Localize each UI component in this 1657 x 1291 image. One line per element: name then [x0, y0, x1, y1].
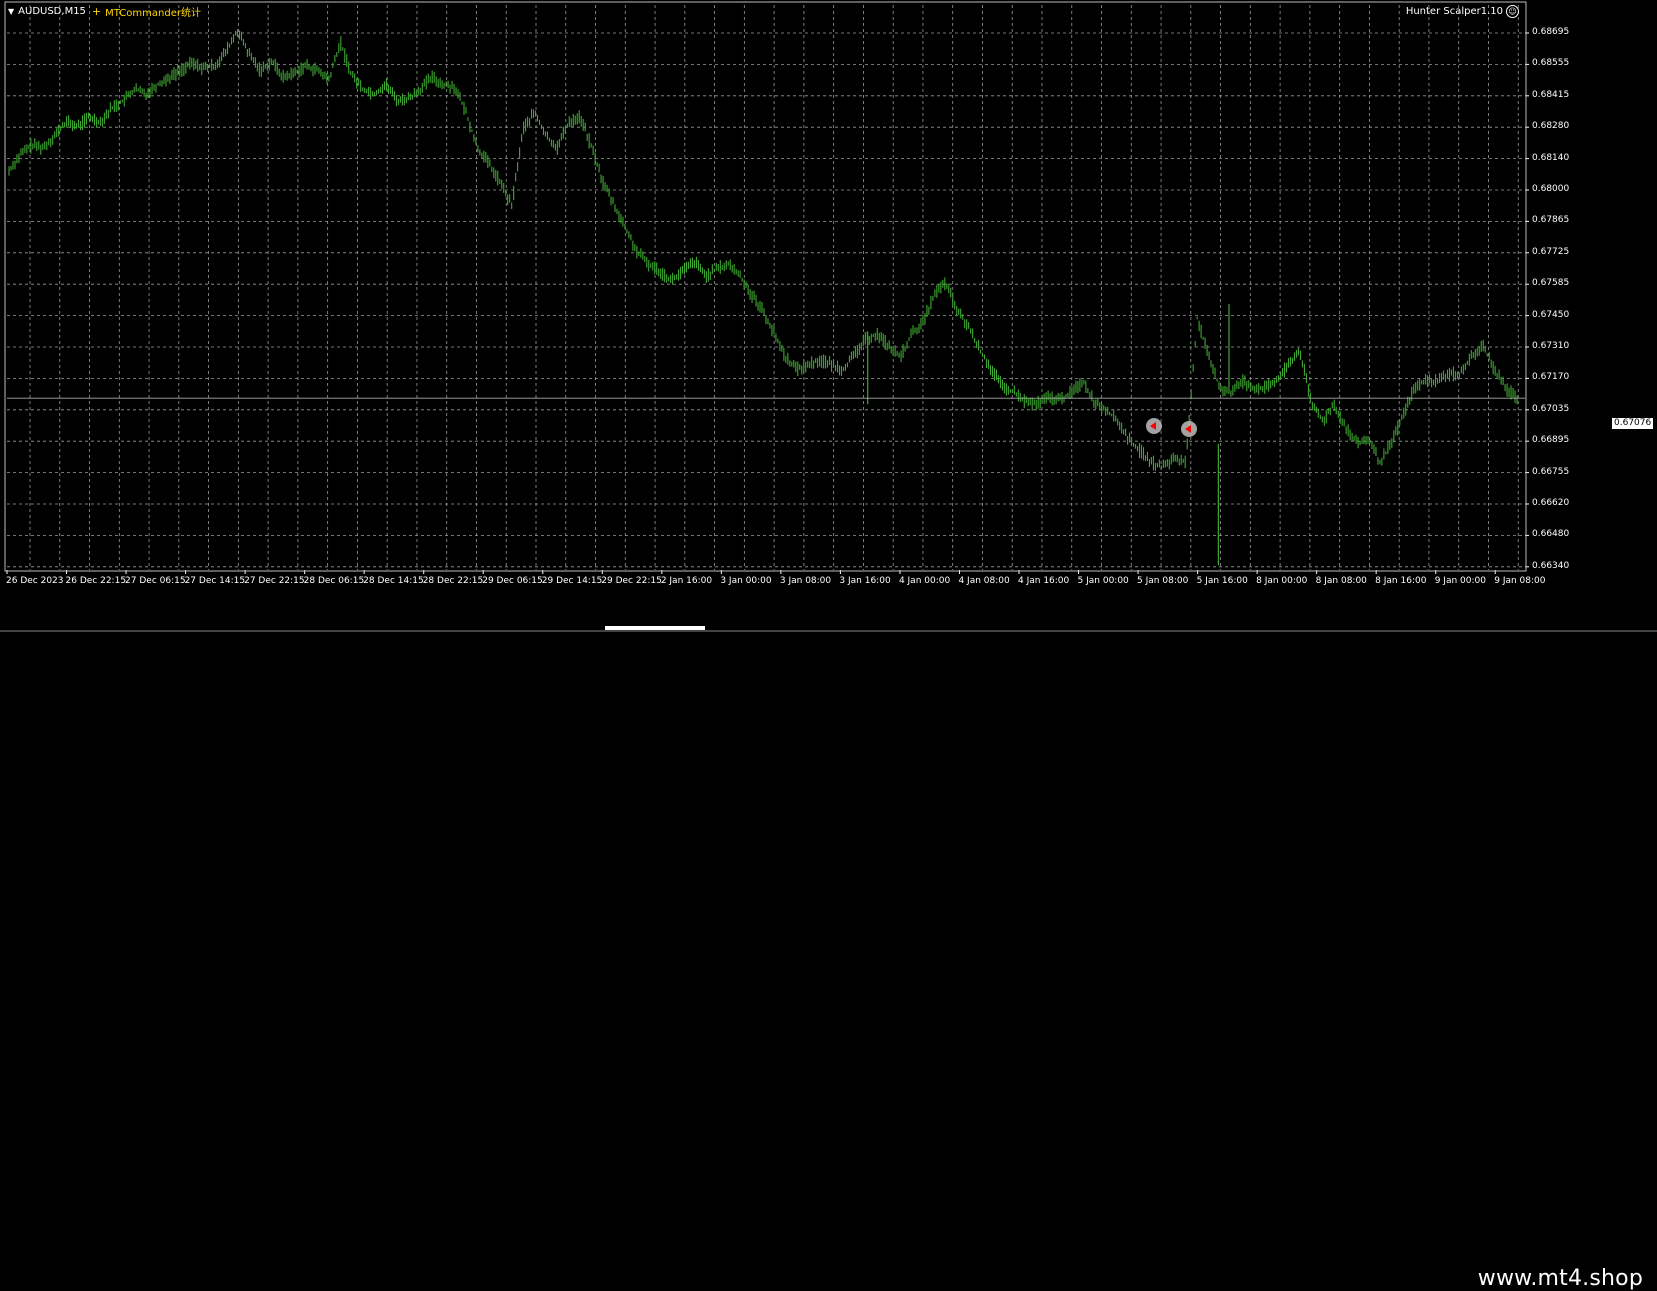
indicator-name: Hunter Scalper1.10 [1405, 6, 1503, 17]
smiley-icon: ☺ [1506, 5, 1519, 18]
price-tick-label: 0.68415 [1532, 89, 1570, 100]
chart-canvas[interactable] [0, 0, 1657, 630]
current-price-tag: 0.67076 [1612, 418, 1654, 429]
price-tick-label: 0.67865 [1532, 215, 1570, 226]
price-tick-label: 0.68000 [1532, 184, 1570, 194]
price-series [8, 29, 1518, 566]
price-tick-label: 0.67585 [1532, 278, 1570, 289]
price-tick-label: 0.67035 [1532, 403, 1570, 414]
plot-border [4, 1, 1527, 572]
time-tick-label: 4 Jan 00:00 [898, 576, 951, 586]
price-tick-label: 0.68140 [1532, 152, 1570, 163]
time-tick-label: 8 Jan 00:00 [1256, 576, 1308, 586]
time-tick-label: 4 Jan 16:00 [1018, 576, 1070, 586]
chart-grid [6, 5, 1529, 574]
time-tick-label: 5 Jan 00:00 [1077, 576, 1129, 586]
time-tick-label: 9 Jan 08:00 [1494, 576, 1546, 586]
time-tick-label: 3 Jan 08:00 [779, 576, 832, 586]
price-tick-label: 0.67450 [1532, 309, 1570, 320]
expert-advisor-name: MTCommander统计 [105, 8, 201, 19]
price-chart[interactable]: ▼ AUDUSD,M15 + MTCommander统计 Hunter Scal… [0, 0, 1657, 630]
chart-overlays [4, 1, 1527, 572]
time-tick-label: 9 Jan 00:00 [1434, 576, 1486, 586]
price-tick-label: 0.66480 [1532, 529, 1570, 540]
price-tick-label: 0.68280 [1532, 121, 1570, 132]
time-tick-label: 8 Jan 16:00 [1375, 576, 1427, 586]
time-tick-label: 26 Dec 2023 [6, 576, 64, 586]
time-tick-label: 4 Jan 08:00 [958, 576, 1010, 586]
plus-icon: + [91, 5, 102, 18]
price-tick-label: 0.66340 [1532, 560, 1570, 571]
chevron-down-icon[interactable]: ▼ [8, 7, 14, 16]
price-tick-label: 0.67170 [1532, 372, 1570, 383]
time-tick-label: 26 Dec 22:15 [65, 576, 127, 586]
time-tick-label: 5 Jan 08:00 [1137, 576, 1189, 586]
indicator-title[interactable]: Hunter Scalper1.10 ☺ [1406, 5, 1519, 18]
time-tick-label: 29 Dec 06:15 [482, 576, 543, 586]
time-tick-label: 5 Jan 16:00 [1196, 576, 1248, 586]
trade-marker-icon [1181, 421, 1197, 437]
time-tick-label: 28 Dec 14:15 [363, 576, 424, 586]
time-tick-label: 27 Dec 06:15 [125, 576, 186, 586]
time-tick-label: 28 Dec 06:15 [303, 576, 365, 586]
time-tick-label: 3 Jan 00:00 [720, 576, 772, 586]
time-tick-label: 3 Jan 16:00 [839, 576, 891, 586]
time-tick-label: 27 Dec 22:15 [244, 576, 305, 586]
symbol-title[interactable]: ▼ AUDUSD,M15 + MTCommander统计 [8, 4, 201, 19]
price-tick-label: 0.68695 [1532, 27, 1570, 37]
price-tick-label: 0.66620 [1532, 498, 1570, 508]
price-tick-label: 0.66895 [1532, 435, 1570, 446]
footer-bar: www.mt4.shop [0, 630, 1657, 1291]
time-tick-label: 29 Dec 22:15 [601, 576, 662, 586]
site-watermark: www.mt4.shop [1477, 1266, 1643, 1291]
trade-marker-icon [1146, 418, 1162, 434]
price-tick-label: 0.67310 [1532, 341, 1570, 351]
time-tick-label: 27 Dec 14:15 [184, 576, 246, 586]
time-tick-label: 2 Jan 16:00 [660, 576, 713, 586]
time-tick-label: 28 Dec 22:15 [422, 576, 484, 586]
symbol-name: AUDUSD,M15 [18, 6, 86, 17]
price-tick-label: 0.68555 [1532, 58, 1570, 69]
price-tick-label: 0.67725 [1532, 246, 1570, 257]
price-tick-label: 0.66755 [1532, 466, 1570, 477]
time-tick-label: 29 Dec 14:15 [541, 576, 603, 586]
time-tick-label: 8 Jan 08:00 [1315, 576, 1367, 586]
